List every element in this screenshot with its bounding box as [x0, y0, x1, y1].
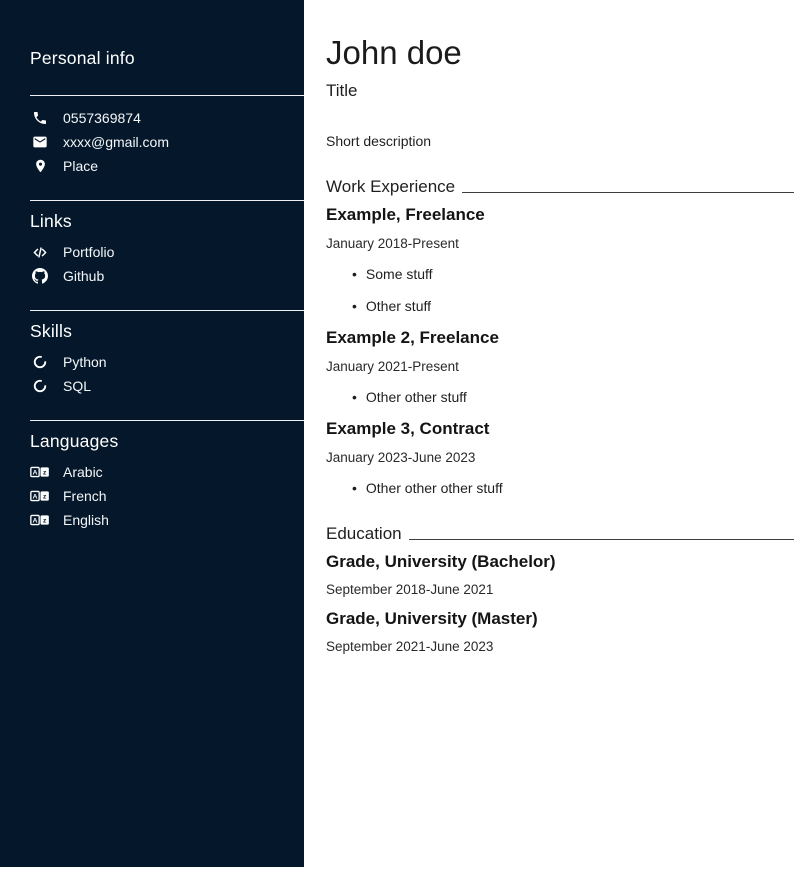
portfolio-link-label: Portfolio: [63, 244, 114, 260]
svg-text:A: A: [33, 470, 38, 477]
language-icon: Az: [30, 489, 50, 503]
degree-title: Grade, University (Master): [326, 609, 794, 629]
language-icon: Az: [30, 513, 50, 527]
entry-bullet: Other other stuff: [352, 389, 794, 405]
entry-dates: January 2021-Present: [326, 359, 794, 374]
phone-icon: [30, 110, 50, 126]
section-rule: [462, 192, 794, 193]
entry-bullet: Some stuff: [352, 266, 794, 282]
entry-bullet-list: Some stuff Other stuff: [326, 266, 794, 314]
links-list: Portfolio Github: [30, 240, 304, 288]
experience-entry: Example 2, Freelance January 2021-Presen…: [326, 328, 794, 405]
sidebar-divider: [30, 95, 304, 96]
language-label: English: [63, 512, 109, 528]
sidebar-divider: [30, 200, 304, 201]
github-link-label: Github: [63, 268, 104, 284]
education-entry: Grade, University (Bachelor) September 2…: [326, 552, 794, 597]
personal-info-heading: Personal info: [30, 48, 304, 69]
sidebar-divider: [30, 310, 304, 311]
education-entry: Grade, University (Master) September 202…: [326, 609, 794, 654]
skill-label: SQL: [63, 378, 91, 394]
languages-heading: Languages: [30, 431, 304, 452]
entry-bullet-list: Other other other stuff: [326, 480, 794, 496]
work-experience-header: Work Experience: [326, 177, 794, 197]
education-section: Grade, University (Bachelor) September 2…: [326, 552, 794, 654]
entry-dates: January 2018-Present: [326, 236, 794, 251]
entry-role: Example 2, Freelance: [326, 328, 794, 348]
circle-notch-icon: [30, 379, 50, 393]
contact-item-place: Place: [30, 154, 304, 178]
skills-list: Python SQL: [30, 350, 304, 398]
circle-notch-icon: [30, 355, 50, 369]
candidate-name: John doe: [326, 34, 794, 72]
language-label: French: [63, 488, 107, 504]
degree-title: Grade, University (Bachelor): [326, 552, 794, 572]
skill-item: Python: [30, 350, 304, 374]
sidebar-divider: [30, 420, 304, 421]
location-pin-icon: [30, 158, 50, 174]
entry-role: Example 3, Contract: [326, 419, 794, 439]
svg-text:A: A: [33, 494, 38, 501]
contact-item-phone: 0557369874: [30, 106, 304, 130]
candidate-title: Title: [326, 81, 794, 101]
work-experience-section: Example, Freelance January 2018-Present …: [326, 205, 794, 496]
short-description: Short description: [326, 133, 794, 149]
education-header: Education: [326, 524, 794, 544]
degree-dates: September 2018-June 2021: [326, 582, 794, 597]
language-icon: Az: [30, 465, 50, 479]
skills-heading: Skills: [30, 321, 304, 342]
language-label: Arabic: [63, 464, 103, 480]
entry-dates: January 2023-June 2023: [326, 450, 794, 465]
section-rule: [409, 539, 794, 540]
code-icon: [30, 245, 50, 260]
degree-dates: September 2021-June 2023: [326, 639, 794, 654]
language-item: Az English: [30, 508, 304, 532]
experience-entry: Example, Freelance January 2018-Present …: [326, 205, 794, 314]
phone-number: 0557369874: [63, 110, 141, 126]
email-address: xxxx@gmail.com: [63, 134, 169, 150]
contact-list: 0557369874 xxxx@gmail.com Place: [30, 106, 304, 178]
link-item-github[interactable]: Github: [30, 264, 304, 288]
github-icon: [30, 268, 50, 284]
skill-label: Python: [63, 354, 107, 370]
entry-bullet: Other stuff: [352, 298, 794, 314]
language-item: Az Arabic: [30, 460, 304, 484]
languages-list: Az Arabic Az French Az English: [30, 460, 304, 532]
contact-item-email: xxxx@gmail.com: [30, 130, 304, 154]
experience-entry: Example 3, Contract January 2023-June 20…: [326, 419, 794, 496]
entry-bullet-list: Other other stuff: [326, 389, 794, 405]
sidebar: Personal info 0557369874 xxxx@gmail.com …: [0, 0, 304, 867]
skill-item: SQL: [30, 374, 304, 398]
education-heading: Education: [326, 524, 402, 544]
svg-text:A: A: [33, 518, 38, 525]
language-item: Az French: [30, 484, 304, 508]
work-experience-heading: Work Experience: [326, 177, 455, 197]
place-label: Place: [63, 158, 98, 174]
main-content: John doe Title Short description Work Ex…: [304, 0, 794, 869]
envelope-icon: [30, 134, 50, 150]
links-heading: Links: [30, 211, 304, 232]
resume-page: Personal info 0557369874 xxxx@gmail.com …: [0, 0, 794, 869]
entry-role: Example, Freelance: [326, 205, 794, 225]
link-item-portfolio[interactable]: Portfolio: [30, 240, 304, 264]
entry-bullet: Other other other stuff: [352, 480, 794, 496]
